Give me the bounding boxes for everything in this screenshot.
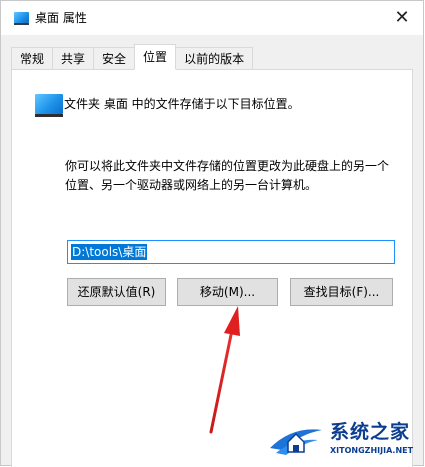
info-line-2: 位置、另一个驱动器或网络上的另一台计算机。	[65, 178, 318, 192]
restore-default-button[interactable]: 还原默认值(R)	[67, 278, 166, 306]
properties-window: 桌面 属性 ✕ 常规 共享 安全 位置 以前的版本 文件夹 桌面 中的文件存储于…	[0, 0, 424, 467]
watermark: 系统之家 XITONGZHIJIA.NET	[264, 416, 422, 464]
tab-previous-versions[interactable]: 以前的版本	[175, 47, 254, 69]
path-value: D:\tools\桌面	[71, 244, 148, 260]
tab-strip: 常规 共享 安全 位置 以前的版本	[11, 44, 254, 70]
title-bar: 桌面 属性 ✕	[1, 1, 423, 35]
watermark-logo-icon	[270, 429, 322, 455]
watermark-name: 系统之家	[330, 421, 411, 443]
folder-desktop-icon	[35, 94, 63, 117]
watermark-domain: XITONGZHIJIA.NET	[330, 446, 414, 455]
close-icon[interactable]: ✕	[391, 7, 413, 29]
location-panel: 文件夹 桌面 中的文件存储于以下目标位置。 你可以将此文件夹中文件存储的位置更改…	[11, 69, 413, 467]
tab-location[interactable]: 位置	[134, 44, 177, 70]
find-target-button[interactable]: 查找目标(F)...	[290, 278, 393, 306]
tab-general[interactable]: 常规	[11, 47, 54, 69]
location-description: 文件夹 桌面 中的文件存储于以下目标位置。	[64, 97, 300, 111]
info-line-1: 你可以将此文件夹中文件存储的位置更改为此硬盘上的另一个	[65, 159, 390, 173]
move-button[interactable]: 移动(M)...	[177, 278, 278, 306]
folder-desktop-icon	[14, 12, 29, 25]
tab-sharing[interactable]: 共享	[52, 47, 95, 69]
window-title: 桌面 属性	[35, 11, 87, 25]
location-info: 你可以将此文件夹中文件存储的位置更改为此硬盘上的另一个 位置、另一个驱动器或网络…	[65, 157, 395, 195]
path-input[interactable]: D:\tools\桌面	[67, 240, 395, 264]
tab-security[interactable]: 安全	[93, 47, 136, 69]
